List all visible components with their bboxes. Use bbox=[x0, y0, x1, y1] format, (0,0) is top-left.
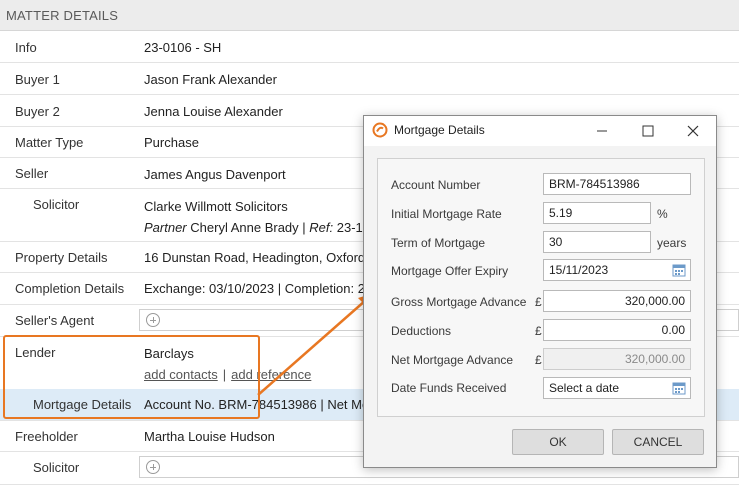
minimize-button[interactable] bbox=[579, 116, 625, 146]
gross-advance-currency: £ bbox=[535, 295, 542, 309]
seller-solicitor-label: Solicitor bbox=[33, 197, 80, 212]
property-details-value[interactable]: 16 Dunstan Road, Headington, Oxford, bbox=[144, 250, 369, 265]
net-advance-currency: £ bbox=[535, 353, 542, 367]
add-circle-icon[interactable] bbox=[146, 313, 160, 327]
account-number-label: Account Number bbox=[391, 178, 481, 192]
maximize-button[interactable] bbox=[625, 116, 671, 146]
matter-type-label: Matter Type bbox=[15, 135, 84, 150]
dialog-titlebar[interactable]: Mortgage Details bbox=[364, 116, 716, 146]
percent-unit: % bbox=[657, 207, 668, 221]
sellers-agent-label: Seller's Agent bbox=[15, 313, 95, 328]
net-advance-input: 320,000.00 bbox=[543, 348, 691, 370]
net-advance-label: Net Mortgage Advance bbox=[391, 353, 514, 367]
close-button[interactable] bbox=[670, 116, 716, 146]
ref-label: Ref: bbox=[309, 220, 334, 235]
buyer-1-label: Buyer 1 bbox=[15, 72, 60, 87]
matter-type-value[interactable]: Purchase bbox=[144, 135, 199, 150]
initial-rate-label: Initial Mortgage Rate bbox=[391, 207, 502, 221]
gross-advance-label: Gross Mortgage Advance bbox=[391, 295, 527, 309]
calendar-icon[interactable] bbox=[672, 263, 686, 277]
row-info: Info 23-0106 - SH bbox=[0, 31, 739, 63]
deductions-currency: £ bbox=[535, 324, 542, 338]
gross-advance-input[interactable]: 320,000.00 bbox=[543, 290, 691, 312]
ok-button[interactable]: OK bbox=[512, 429, 604, 455]
app-logo-icon bbox=[372, 122, 388, 138]
account-number-input[interactable]: BRM-784513986 bbox=[543, 173, 691, 195]
freeholder-label: Freeholder bbox=[15, 429, 78, 444]
funds-received-placeholder: Select a date bbox=[549, 381, 620, 395]
maximize-icon bbox=[642, 125, 654, 137]
seller-solicitor-value[interactable]: Clarke Willmott Solicitors bbox=[144, 199, 288, 214]
years-unit: years bbox=[657, 236, 687, 250]
annotation-highlight-box bbox=[3, 335, 260, 419]
info-value[interactable]: 23-0106 - SH bbox=[144, 40, 221, 55]
offer-expiry-label: Mortgage Offer Expiry bbox=[391, 264, 509, 278]
buyer-1-value[interactable]: Jason Frank Alexander bbox=[144, 72, 277, 87]
cancel-button[interactable]: CANCEL bbox=[612, 429, 704, 455]
funds-received-date-input[interactable]: Select a date bbox=[543, 377, 691, 399]
funds-received-label: Date Funds Received bbox=[391, 381, 507, 395]
partner-label: Partner bbox=[144, 220, 187, 235]
calendar-icon[interactable] bbox=[672, 381, 686, 395]
close-icon bbox=[687, 125, 699, 137]
buyer-2-label: Buyer 2 bbox=[15, 104, 60, 119]
info-label: Info bbox=[15, 40, 37, 55]
property-details-label: Property Details bbox=[15, 250, 108, 265]
completion-details-value[interactable]: Exchange: 03/10/2023 | Completion: 2 bbox=[144, 281, 365, 296]
seller-value[interactable]: James Angus Davenport bbox=[144, 167, 286, 182]
dialog-title: Mortgage Details bbox=[394, 123, 485, 137]
completion-details-label: Completion Details bbox=[15, 281, 125, 296]
term-label: Term of Mortgage bbox=[391, 236, 486, 250]
partner-name: Cheryl Anne Brady bbox=[190, 220, 299, 235]
seller-label: Seller bbox=[15, 166, 49, 181]
offer-expiry-date-input[interactable]: 15/11/2023 bbox=[543, 259, 691, 281]
mortgage-details-dialog: Mortgage Details Account Number BRM-7845… bbox=[363, 115, 717, 468]
deductions-label: Deductions bbox=[391, 324, 452, 338]
deductions-input[interactable]: 0.00 bbox=[543, 319, 691, 341]
seller-solicitor-partner: Partner Cheryl Anne Brady | Ref: 23-10 bbox=[144, 220, 370, 235]
offer-expiry-value: 15/11/2023 bbox=[549, 263, 609, 277]
freeholder-solicitor-label: Solicitor bbox=[33, 460, 80, 475]
freeholder-value[interactable]: Martha Louise Hudson bbox=[144, 429, 275, 444]
row-buyer-1: Buyer 1 Jason Frank Alexander bbox=[0, 63, 739, 95]
minimize-icon bbox=[597, 130, 607, 132]
buyer-2-value[interactable]: Jenna Louise Alexander bbox=[144, 104, 283, 119]
initial-rate-input[interactable]: 5.19 bbox=[543, 202, 651, 224]
term-input[interactable]: 30 bbox=[543, 231, 651, 253]
add-circle-icon[interactable] bbox=[146, 460, 160, 474]
section-header: MATTER DETAILS bbox=[0, 0, 739, 31]
